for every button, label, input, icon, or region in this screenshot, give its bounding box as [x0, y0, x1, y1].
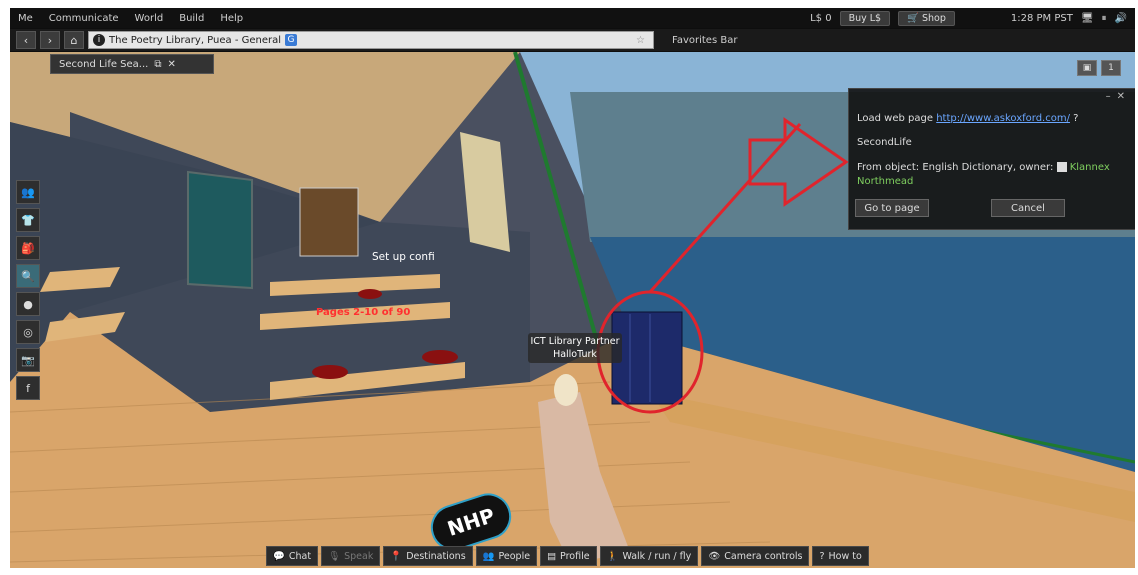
info-icon[interactable]: i — [93, 34, 105, 46]
inventory-icon[interactable]: 🎒 — [16, 236, 40, 260]
menu-world[interactable]: World — [127, 13, 172, 24]
microphone-icon: 🎙 — [328, 550, 341, 562]
chat-button[interactable]: 💬 Chat — [266, 546, 319, 566]
walk-run-fly-button[interactable]: 🚶 Walk / run / fly — [599, 546, 699, 566]
walking-icon: 🚶 — [606, 550, 619, 562]
nametag-group: ICT Library Partner — [530, 336, 620, 347]
snapshot-icon[interactable]: 📷 — [16, 348, 40, 372]
nametag-name: HalloTurk — [553, 349, 597, 360]
balance-text[interactable]: L$ 0 — [810, 13, 831, 24]
places-icon[interactable]: ● — [16, 292, 40, 316]
cart-icon: 🛒 — [907, 12, 919, 24]
corner-controls: ▣ 1 — [1077, 60, 1121, 76]
notification-count-icon[interactable]: 1 — [1101, 60, 1121, 76]
load-prompt-suffix: ? — [1073, 113, 1079, 124]
from-object-text: From object: English Dictionary, owner: … — [857, 161, 1127, 189]
map-pin-icon: 📍 — [390, 550, 403, 562]
speak-button[interactable]: 🎙 Speak — [321, 546, 381, 566]
destinations-button[interactable]: 📍 Destinations — [383, 546, 473, 566]
monitor-icon[interactable]: 🖥 — [1081, 13, 1094, 24]
location-input[interactable]: i The Poetry Library, Puea - General G ☆ — [88, 31, 654, 49]
search-floater-title: Second Life Sea... — [59, 58, 149, 70]
help-icon: ? — [819, 550, 825, 562]
camera-controls-button[interactable]: 👁 Camera controls — [701, 546, 810, 566]
dialog-close-icon[interactable]: ✕ — [1117, 91, 1131, 102]
undock-icon[interactable]: ⧉ — [154, 59, 161, 70]
go-to-page-button[interactable]: Go to page — [855, 199, 929, 217]
destinations-label: Destinations — [406, 550, 466, 562]
search-floater-tab[interactable]: Second Life Sea... ⧉ ✕ — [50, 54, 214, 74]
walk-label: Walk / run / fly — [622, 550, 692, 562]
cancel-button[interactable]: Cancel — [991, 199, 1065, 217]
eye-icon: 👁 — [708, 550, 721, 562]
appearance-icon[interactable]: 👕 — [16, 208, 40, 232]
search-icon[interactable]: 🔍 — [16, 264, 40, 288]
owner-first-link[interactable]: Klannex — [1070, 162, 1110, 173]
profile-card-icon: ▤ — [547, 550, 557, 562]
howto-label: How to — [828, 550, 862, 562]
location-text: The Poetry Library, Puea - General — [109, 34, 282, 46]
how-to-button[interactable]: ? How to — [812, 546, 869, 566]
shop-label: Shop — [921, 12, 946, 24]
chat-icon: 💬 — [273, 550, 285, 562]
favorites-bar-label: Favorites Bar — [672, 34, 738, 46]
status-area: L$ 0 Buy L$ 🛒 Shop 1:28 PM PST 🖥 ⏸ 🔊 — [810, 8, 1127, 28]
app-name-text: SecondLife — [857, 137, 912, 148]
back-button[interactable]: ‹ — [16, 31, 36, 49]
home-button[interactable]: ⌂ — [64, 31, 84, 49]
shop-button[interactable]: 🛒 Shop — [898, 10, 955, 26]
profile-icon — [1056, 162, 1067, 172]
people-button[interactable]: 👥 People — [475, 546, 538, 566]
dialog-controls: –✕ — [1106, 91, 1131, 102]
people-group-icon: 👥 — [482, 550, 495, 562]
profile-button[interactable]: ▤ Profile — [540, 546, 597, 566]
top-menu-bar: Me Communicate World Build Help L$ 0 Buy… — [10, 8, 1135, 28]
people-label: People — [498, 550, 531, 562]
setup-config-text: Set up confi — [372, 251, 435, 263]
profile-label: Profile — [560, 550, 590, 562]
maturity-badge: G — [285, 34, 298, 46]
left-toolbar: 👥 👕 🎒 🔍 ● ◎ 📷 f — [16, 180, 40, 404]
close-icon[interactable]: ✕ — [168, 59, 176, 70]
star-icon[interactable]: ☆ — [636, 35, 645, 46]
pause-icon[interactable]: ⏸ — [1102, 13, 1107, 24]
people-icon[interactable]: 👥 — [16, 180, 40, 204]
avatar-nametag: ICT Library Partner HalloTurk — [528, 333, 622, 363]
from-prefix: From object: English Dictionary, owner: — [857, 162, 1054, 173]
load-prompt-prefix: Load web page — [857, 113, 934, 124]
menu-communicate[interactable]: Communicate — [41, 13, 127, 24]
menu-me[interactable]: Me — [10, 13, 41, 24]
facebook-icon[interactable]: f — [16, 376, 40, 400]
bottom-toolbar: 💬 Chat 🎙 Speak 📍 Destinations 👥 People ▤ Prof… — [266, 546, 869, 566]
forward-button[interactable]: › — [40, 31, 60, 49]
minimize-icon[interactable]: – — [1106, 91, 1117, 102]
volume-icon[interactable]: 🔊 — [1115, 13, 1127, 24]
radar-icon[interactable]: ◎ — [16, 320, 40, 344]
load-prompt: Load web page http://www.askoxford.com/ … — [857, 113, 1078, 124]
owner-last-link[interactable]: Northmead — [857, 176, 913, 187]
pages-counter-text: Pages 2-10 of 90 — [316, 307, 411, 318]
camera-label: Camera controls — [724, 550, 803, 562]
menu-build[interactable]: Build — [171, 13, 212, 24]
menu-help[interactable]: Help — [212, 13, 251, 24]
viewer-window: Me Communicate World Build Help L$ 0 Buy… — [10, 8, 1135, 568]
object-icon[interactable]: ▣ — [1077, 60, 1097, 76]
buy-currency-button[interactable]: Buy L$ — [839, 10, 891, 26]
chat-label: Chat — [288, 550, 312, 562]
url-link[interactable]: http://www.askoxford.com/ — [936, 113, 1070, 124]
navigation-bar: ‹ › ⌂ i The Poetry Library, Puea - Gener… — [10, 29, 1135, 51]
clock-text: 1:28 PM PST — [1010, 12, 1073, 24]
speak-label: Speak — [344, 550, 374, 562]
